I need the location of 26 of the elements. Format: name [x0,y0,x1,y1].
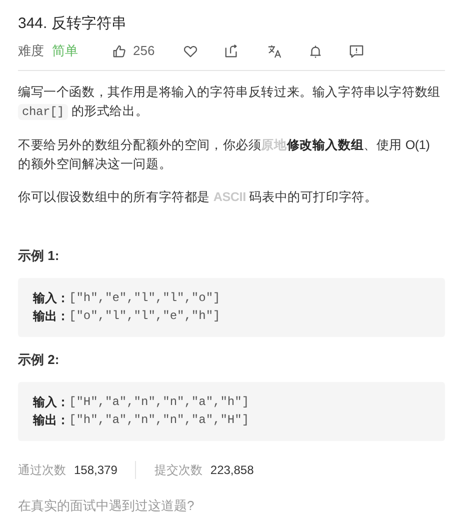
stat-label: 提交次数 [154,462,202,478]
share-icon[interactable] [224,44,239,58]
example-label: 输入： [33,290,69,307]
stat-value: 223,858 [210,462,254,478]
problem-title: 344. 反转字符串 [18,14,126,34]
example-heading: 示例 2: [18,351,60,369]
bell-icon[interactable] [308,44,323,58]
description-paragraph: 编写一个函数，其作用是将输入的字符串反转过来。输入字符串以字符数组 char[] 的形式给出。 [18,84,442,122]
heart-icon[interactable] [182,44,198,58]
example-heading: 示例 1: [18,247,60,265]
difficulty-label: 难度 [18,42,44,60]
thumbs-up-icon[interactable] [112,44,127,58]
example-label: 输入： [33,394,69,411]
difficulty-value: 简单 [52,42,78,60]
stat-label: 通过次数 [18,462,66,478]
stat-value: 158,379 [74,462,118,478]
interview-question: 在真实的面试中遇到过这道题? [18,497,194,515]
example-label: 输出： [33,412,69,429]
example-value: ["h","e","l","l","o"] [69,290,220,307]
comment-icon[interactable] [348,44,364,58]
example-value: ["H","a","n","n","a","h"] [69,394,250,411]
example-value: ["o","l","l","e","h"] [69,308,220,325]
like-count: 256 [133,42,155,60]
translate-icon[interactable] [266,44,282,58]
example-value: ["h","a","n","n","a","H"] [69,412,250,429]
example-label: 输出： [33,308,69,325]
